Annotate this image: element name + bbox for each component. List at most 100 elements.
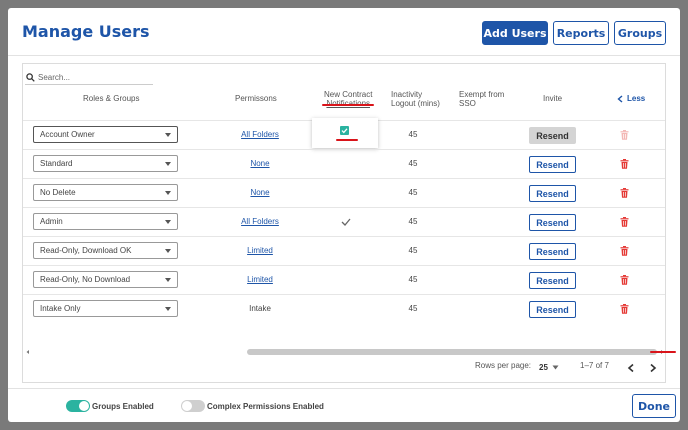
role-select[interactable]: Read-Only, Download OK — [33, 242, 178, 259]
checkbox-checked-icon[interactable] — [340, 126, 349, 135]
caret-down-icon — [165, 249, 171, 253]
caret-down-icon — [165, 307, 171, 311]
permission-text: Intake — [249, 304, 271, 313]
resend-button[interactable]: Resend — [529, 272, 576, 289]
users-table: Search... Roles & Groups Permissons New … — [22, 63, 666, 383]
role-select[interactable]: Standard — [33, 155, 178, 172]
complex-permissions-toggle[interactable] — [181, 400, 205, 412]
col-roles-groups: Roles & Groups — [83, 94, 140, 103]
search-icon — [26, 72, 35, 82]
role-select-value: No Delete — [40, 188, 76, 197]
add-users-button[interactable]: Add Users — [482, 21, 548, 45]
inactivity-value: 45 — [408, 159, 418, 168]
trash-icon[interactable] — [620, 130, 629, 140]
modal-footer: Groups Enabled Complex Permissions Enabl… — [8, 388, 680, 422]
groups-enabled-label: Groups Enabled — [92, 402, 154, 411]
col-inact-line1: Inactivity — [391, 90, 423, 99]
resend-button[interactable]: Resend — [529, 243, 576, 260]
pagination-range: 1–7 of 7 — [580, 361, 609, 370]
page-title: Manage Users — [22, 22, 150, 41]
modal-header: Manage Users Add Users Reports Groups — [8, 8, 680, 56]
resend-button[interactable]: Resend — [529, 127, 576, 144]
permission-link[interactable]: All Folders — [220, 130, 300, 139]
annotation-underline-header — [322, 104, 374, 106]
done-button[interactable]: Done — [632, 394, 676, 418]
trash-icon[interactable] — [620, 188, 629, 198]
less-columns-toggle[interactable]: Less — [617, 94, 645, 103]
caret-down-icon — [165, 278, 171, 282]
role-select[interactable]: No Delete — [33, 184, 178, 201]
search-input[interactable]: Search... — [38, 73, 70, 82]
role-select-value: Read-Only, Download OK — [40, 246, 132, 255]
prev-page-icon[interactable] — [627, 363, 635, 373]
scroll-left-arrow-icon[interactable] — [25, 347, 31, 357]
role-select[interactable]: Intake Only — [33, 300, 178, 317]
next-page-icon[interactable] — [649, 363, 657, 373]
role-select-value: Admin — [40, 217, 63, 226]
horizontal-scrollbar[interactable] — [25, 347, 665, 357]
check-icon[interactable] — [341, 218, 351, 226]
role-select-value: Read-Only, No Download — [40, 275, 131, 284]
annotation-underline-checkbox — [336, 139, 358, 141]
role-select-value: Intake Only — [40, 304, 81, 313]
annotation-underline-scroll — [650, 351, 676, 353]
caret-down-icon — [552, 365, 559, 370]
inactivity-value: 45 — [408, 217, 418, 226]
role-select-value: Account Owner — [40, 130, 95, 139]
permission-link[interactable]: None — [220, 159, 300, 168]
col-inact-line2: Logout (mins) — [391, 99, 440, 108]
trash-icon[interactable] — [620, 217, 629, 227]
table-row: Read-Only, No Download Limited 45 Resend — [23, 265, 665, 294]
notification-checkbox-cell — [312, 118, 378, 148]
rows-per-page-select[interactable]: 25 — [539, 363, 559, 372]
table-row: No Delete None 45 Resend — [23, 178, 665, 207]
groups-button[interactable]: Groups — [614, 21, 666, 45]
permission-link[interactable]: Limited — [220, 246, 300, 255]
toggle-knob — [182, 401, 192, 411]
caret-down-icon — [165, 220, 171, 224]
trash-icon[interactable] — [620, 304, 629, 314]
role-select[interactable]: Read-Only, No Download — [33, 271, 178, 288]
reports-button[interactable]: Reports — [553, 21, 609, 45]
table-row: Intake Only Intake 45 Resend — [23, 294, 665, 323]
trash-icon[interactable] — [620, 275, 629, 285]
caret-down-icon — [165, 133, 171, 137]
table-row: Admin All Folders 45 Resend — [23, 207, 665, 236]
col-invite: Invite — [543, 94, 563, 103]
toggle-knob — [79, 401, 89, 411]
col-permissions: Permissons — [235, 94, 277, 103]
rows-per-page-value: 25 — [539, 363, 548, 372]
role-select[interactable]: Admin — [33, 213, 178, 230]
scrollbar-thumb[interactable] — [247, 349, 657, 355]
manage-users-modal: Manage Users Add Users Reports Groups Se… — [8, 8, 680, 422]
chevron-left-icon — [617, 94, 623, 103]
role-select[interactable]: Account Owner — [33, 126, 178, 143]
col-notif-line1: New Contract — [324, 90, 373, 99]
inactivity-value: 45 — [408, 304, 418, 313]
groups-enabled-toggle[interactable] — [66, 400, 90, 412]
resend-button[interactable]: Resend — [529, 214, 576, 231]
trash-icon[interactable] — [620, 246, 629, 256]
resend-button[interactable]: Resend — [529, 301, 576, 318]
inactivity-value: 45 — [408, 246, 418, 255]
inactivity-value: 45 — [408, 188, 418, 197]
inactivity-value: 45 — [408, 275, 418, 284]
complex-permissions-label: Complex Permissions Enabled — [207, 402, 324, 411]
search-box[interactable]: Search... — [25, 70, 153, 85]
col-exempt-sso: Exempt from SSO — [459, 90, 504, 108]
resend-button[interactable]: Resend — [529, 156, 576, 173]
permission-link[interactable]: Limited — [220, 275, 300, 284]
permission-link[interactable]: None — [220, 188, 300, 197]
col-exempt-line2: SSO — [459, 99, 476, 108]
rows-per-page-label: Rows per page: — [475, 361, 532, 370]
col-exempt-line1: Exempt from — [459, 90, 505, 99]
table-row: Read-Only, Download OK Limited 45 Resend — [23, 236, 665, 265]
permission-link[interactable]: All Folders — [220, 217, 300, 226]
trash-icon[interactable] — [620, 159, 629, 169]
role-select-value: Standard — [40, 159, 73, 168]
table-row: Standard None 45 Resend — [23, 149, 665, 178]
table-row: Account Owner All Folders 45 Resend — [23, 118, 665, 149]
inactivity-value: 45 — [408, 130, 418, 139]
resend-button[interactable]: Resend — [529, 185, 576, 202]
caret-down-icon — [165, 162, 171, 166]
